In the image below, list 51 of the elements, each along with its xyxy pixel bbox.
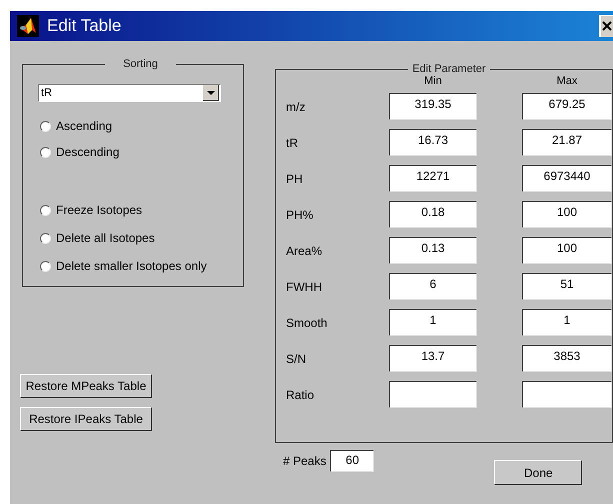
- min-field[interactable]: 12271: [389, 165, 477, 192]
- max-field[interactable]: 100: [522, 237, 612, 264]
- radio-label[interactable]: Delete smaller Isotopes only: [56, 259, 207, 273]
- window-title: Edit Table: [47, 16, 122, 36]
- parameter-label: FWHH: [286, 280, 323, 294]
- group-title: Edit Parameter: [412, 63, 486, 75]
- radio-label[interactable]: Freeze Isotopes: [56, 203, 142, 217]
- max-field[interactable]: 3853: [522, 345, 612, 372]
- max-field[interactable]: 21.87: [522, 129, 612, 156]
- min-field[interactable]: 319.35: [389, 93, 477, 120]
- min-field[interactable]: 0.13: [389, 237, 477, 264]
- app-logo-icon: [17, 15, 39, 37]
- column-header: Min: [423, 75, 443, 87]
- dropdown-arrow-icon[interactable]: [203, 85, 219, 101]
- parameter-label: PH%: [286, 208, 314, 222]
- max-field[interactable]: 100: [522, 201, 612, 228]
- radio-button[interactable]: [40, 146, 51, 158]
- parameter-label: S/N: [286, 352, 308, 366]
- column-header: Max: [556, 75, 578, 87]
- done-button[interactable]: Done: [494, 460, 582, 485]
- peaks-field[interactable]: 60: [330, 450, 374, 472]
- parameter-label: Smooth: [286, 316, 328, 330]
- min-field[interactable]: 6: [389, 273, 477, 300]
- min-field[interactable]: 0.18: [389, 201, 477, 228]
- radio-button[interactable]: [40, 204, 51, 216]
- restore-button[interactable]: Restore MPeaks Table: [20, 374, 152, 398]
- radio-label[interactable]: Delete all Isotopes: [56, 231, 155, 245]
- max-field[interactable]: 679.25: [522, 93, 612, 120]
- radio-button[interactable]: [40, 120, 51, 132]
- peaks-label: # Peaks: [283, 454, 326, 468]
- min-field[interactable]: 1: [389, 309, 477, 336]
- sort-dropdown[interactable]: tR: [38, 84, 221, 102]
- min-field[interactable]: [389, 381, 477, 408]
- max-field[interactable]: 1: [522, 309, 612, 336]
- parameter-label: PH: [286, 172, 304, 186]
- parameter-label: Area%: [286, 244, 324, 258]
- max-field[interactable]: 6973440: [522, 165, 612, 192]
- parameter-label: m/z: [286, 100, 306, 114]
- radio-button[interactable]: [40, 260, 51, 272]
- parameter-label: tR: [286, 136, 299, 150]
- restore-button[interactable]: Restore IPeaks Table: [20, 407, 152, 431]
- close-icon[interactable]: [599, 15, 613, 37]
- max-field[interactable]: 51: [522, 273, 612, 300]
- radio-label[interactable]: Ascending: [56, 119, 112, 133]
- radio-button[interactable]: [40, 232, 51, 244]
- radio-label[interactable]: Descending: [56, 145, 120, 159]
- max-field[interactable]: [522, 381, 612, 408]
- group-title: Sorting: [123, 58, 158, 70]
- parameter-label: Ratio: [286, 388, 316, 402]
- min-field[interactable]: 13.7: [389, 345, 477, 372]
- min-field[interactable]: 16.73: [389, 129, 477, 156]
